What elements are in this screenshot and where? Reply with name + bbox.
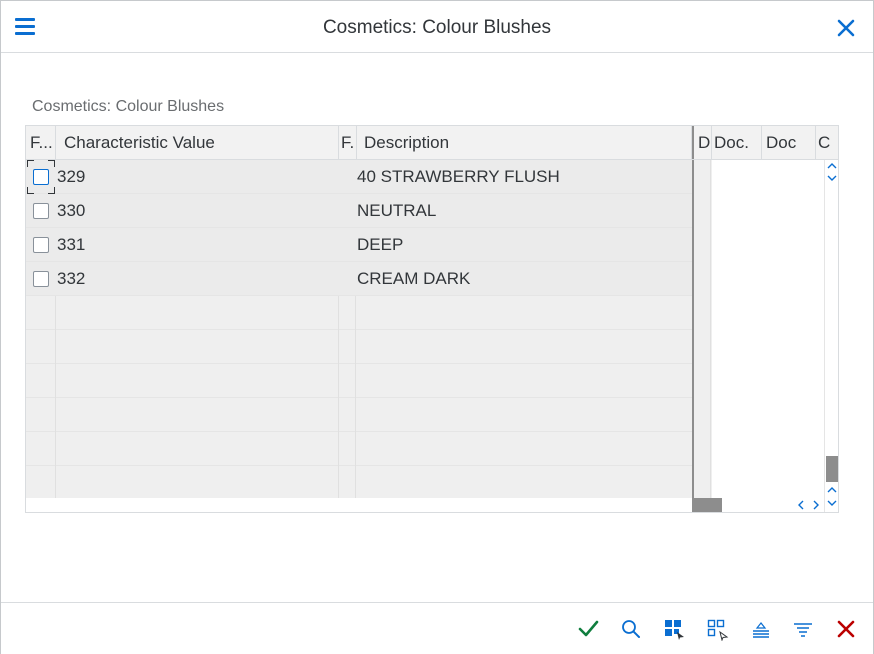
empty-row xyxy=(26,398,692,432)
column-divider xyxy=(338,296,339,498)
column-header-description[interactable]: Description xyxy=(357,126,692,159)
table-row[interactable]: 329 40 STRAWBERRY FLUSH xyxy=(26,160,692,194)
characteristic-value-cell: 330 xyxy=(57,201,86,220)
description-cell: DEEP xyxy=(357,235,404,254)
empty-row xyxy=(26,330,692,364)
sort-ascending-icon[interactable] xyxy=(749,617,773,641)
value-help-dialog: Cosmetics: Colour Blushes Cosmetics: Col… xyxy=(0,0,874,654)
scroll-right-icon[interactable] xyxy=(812,500,820,512)
empty-row xyxy=(26,296,692,330)
column-header-flag[interactable]: F... xyxy=(26,126,56,159)
description-cell: NEUTRAL xyxy=(357,201,437,220)
horizontal-scroll-thumb[interactable] xyxy=(692,498,722,512)
empty-row xyxy=(26,364,692,398)
column-divider xyxy=(355,296,356,498)
table-header: F... Characteristic Value F. Description… xyxy=(26,126,838,160)
column-header-f[interactable]: F. xyxy=(339,126,357,159)
empty-row xyxy=(26,466,692,498)
description-cell: CREAM DARK xyxy=(357,269,471,288)
table-body: 329 40 STRAWBERRY FLUSH 330 NEUTRAL 331 … xyxy=(26,160,692,498)
column-header-d[interactable]: D xyxy=(692,126,712,159)
close-icon[interactable] xyxy=(835,17,857,39)
dialog-header: Cosmetics: Colour Blushes xyxy=(1,1,873,53)
empty-row xyxy=(26,432,692,466)
vertical-scrollbar[interactable] xyxy=(824,160,838,512)
column-header-characteristic-value[interactable]: Characteristic Value xyxy=(56,126,339,159)
column-divider xyxy=(55,296,56,498)
table-row[interactable]: 332 CREAM DARK xyxy=(26,262,692,296)
vertical-scroll-thumb[interactable] xyxy=(826,456,838,482)
scroll-up-icon[interactable] xyxy=(827,486,837,497)
characteristic-value-cell: 331 xyxy=(57,235,86,254)
scroll-left-icon[interactable] xyxy=(797,500,805,512)
column-header-c[interactable]: C xyxy=(816,126,838,159)
dialog-title: Cosmetics: Colour Blushes xyxy=(322,17,552,38)
description-cell: 40 STRAWBERRY FLUSH xyxy=(357,167,560,186)
checkmark-icon[interactable] xyxy=(577,617,601,641)
deselect-all-icon[interactable] xyxy=(705,617,729,642)
column-header-doc-1[interactable]: Doc. xyxy=(712,126,762,159)
right-columns-area xyxy=(712,160,824,498)
scroll-down-icon[interactable] xyxy=(827,174,837,185)
fixed-column-divider xyxy=(692,160,712,498)
table-row[interactable]: 331 DEEP xyxy=(26,228,692,262)
select-all-icon[interactable] xyxy=(662,617,686,641)
section-title: Cosmetics: Colour Blushes xyxy=(32,98,225,115)
row-checkbox[interactable] xyxy=(33,237,49,253)
filter-icon[interactable] xyxy=(791,617,815,641)
characteristic-value-cell: 332 xyxy=(57,269,86,288)
scroll-down-icon[interactable] xyxy=(827,499,837,510)
column-header-doc-2[interactable]: Doc xyxy=(762,126,816,159)
row-checkbox[interactable] xyxy=(33,169,49,185)
characteristic-value-cell: 329 xyxy=(57,167,86,186)
row-checkbox[interactable] xyxy=(33,271,49,287)
search-icon[interactable] xyxy=(619,617,643,641)
table-row[interactable]: 330 NEUTRAL xyxy=(26,194,692,228)
row-checkbox[interactable] xyxy=(33,203,49,219)
values-table: F... Characteristic Value F. Description… xyxy=(25,125,839,513)
cancel-icon[interactable] xyxy=(834,617,858,641)
dialog-footer xyxy=(1,602,873,654)
scroll-up-icon[interactable] xyxy=(827,162,837,173)
